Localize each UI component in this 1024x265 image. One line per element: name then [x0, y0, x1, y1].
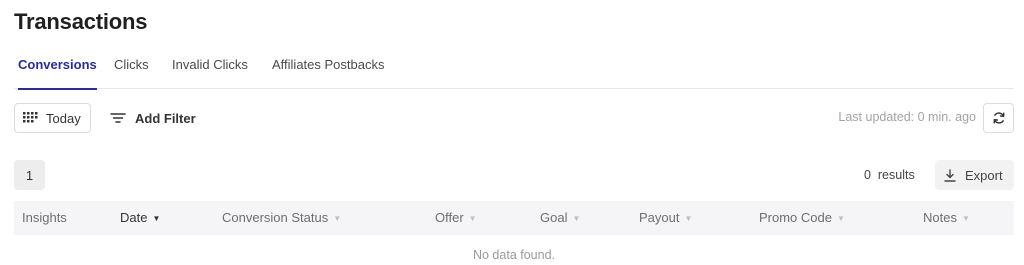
sort-caret-icon: ▼	[836, 214, 845, 223]
column-header-goal[interactable]: Goal ▼	[540, 201, 580, 235]
results-count: 0 results	[864, 168, 915, 182]
tab-bar: Conversions Clicks Invalid Clicks Affili…	[14, 48, 1014, 90]
column-header-date[interactable]: Date ▼	[120, 201, 160, 235]
export-button[interactable]: Export	[935, 160, 1014, 190]
sort-caret-icon: ▼	[684, 214, 693, 223]
column-header-insights: Insights	[22, 210, 67, 225]
column-header-promo-code[interactable]: Promo Code ▼	[759, 201, 845, 235]
date-range-label: Today	[46, 110, 81, 126]
date-range-button[interactable]: Today	[14, 103, 91, 133]
sort-caret-icon: ▼	[468, 214, 477, 223]
refresh-icon	[992, 111, 1006, 125]
column-header-payout[interactable]: Payout ▼	[639, 201, 692, 235]
add-filter-label: Add Filter	[135, 110, 196, 126]
tab-invalid-clicks[interactable]: Invalid Clicks	[172, 48, 248, 89]
last-updated-text: Last updated: 0 min. ago	[838, 110, 976, 124]
tab-conversions[interactable]: Conversions	[18, 48, 97, 90]
column-header-conversion-status[interactable]: Conversion Status ▼	[222, 201, 341, 235]
sort-desc-icon: ▼	[152, 214, 161, 223]
add-filter-button[interactable]: Add Filter	[110, 103, 196, 133]
tab-clicks[interactable]: Clicks	[114, 48, 149, 89]
filter-lines-icon	[110, 112, 126, 124]
sort-caret-icon: ▼	[961, 214, 970, 223]
refresh-button[interactable]	[983, 103, 1014, 133]
column-header-notes[interactable]: Notes ▼	[923, 201, 970, 235]
export-label: Export	[965, 167, 1003, 183]
column-header-offer[interactable]: Offer ▼	[435, 201, 477, 235]
sort-caret-icon: ▼	[333, 214, 342, 223]
page-title: Transactions	[14, 9, 148, 34]
sort-caret-icon: ▼	[572, 214, 581, 223]
download-icon	[944, 168, 956, 182]
table-header: Insights Date ▼ Conversion Status ▼ Offer ▼…	[14, 201, 1014, 235]
calendar-grid-icon	[23, 112, 39, 124]
tab-affiliates-postbacks[interactable]: Affiliates Postbacks	[272, 48, 384, 89]
empty-state-message: No data found.	[472, 248, 555, 262]
page-number-button[interactable]: 1	[14, 160, 45, 190]
